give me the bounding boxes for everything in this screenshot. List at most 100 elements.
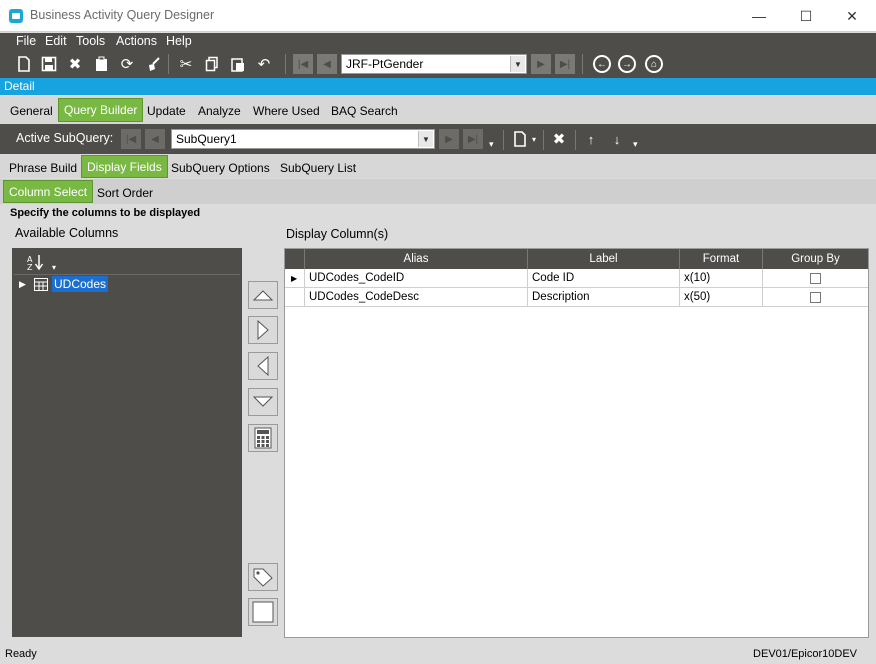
menu-edit[interactable]: Edit <box>45 34 67 48</box>
first-record-icon[interactable]: |◀ <box>293 54 313 74</box>
toolbar-separator <box>582 54 583 74</box>
subquery-nav-dropdown-icon[interactable]: ▾ <box>489 139 494 150</box>
back-circle-icon[interactable]: ← <box>593 55 611 73</box>
tab-update[interactable]: Update <box>142 100 191 122</box>
column-header-alias[interactable]: Alias <box>305 249 528 269</box>
previous-record-icon[interactable]: ◀ <box>317 54 337 74</box>
display-columns-title: Display Column(s) <box>286 227 389 241</box>
group-by-checkbox[interactable] <box>810 291 821 303</box>
expand-arrow-icon[interactable]: ▶ <box>19 279 26 290</box>
next-record-icon[interactable]: ▶ <box>531 54 551 74</box>
home-circle-icon[interactable]: ⌂ <box>645 55 663 73</box>
tab-general[interactable]: General <box>5 100 58 122</box>
sort-az-icon[interactable]: AZ <box>26 253 48 272</box>
column-header-label[interactable]: Label <box>528 249 680 269</box>
delete-icon[interactable]: ✖ <box>64 54 86 74</box>
tab-subquery-options[interactable]: SubQuery Options <box>166 157 275 178</box>
tab-query-builder[interactable]: Query Builder <box>58 98 144 122</box>
row-selector-current-icon[interactable]: ▶ <box>285 269 305 288</box>
detail-bar <box>0 78 876 95</box>
tab-where-used[interactable]: Where Used <box>248 100 325 122</box>
copy-icon[interactable] <box>201 54 223 74</box>
menu-help[interactable]: Help <box>166 34 192 48</box>
query-id-value: JRF-PtGender <box>346 57 424 71</box>
group-by-checkbox[interactable] <box>810 272 821 284</box>
new-icon[interactable] <box>13 54 35 74</box>
overflow-dropdown-icon[interactable]: ▾ <box>633 139 638 150</box>
forward-circle-icon[interactable]: → <box>618 55 636 73</box>
available-columns-tree[interactable] <box>12 248 242 637</box>
cell-format[interactable]: x(10) <box>680 269 763 288</box>
subquery-combo[interactable]: SubQuery1 ▼ <box>171 129 435 149</box>
minimize-button[interactable]: — <box>736 2 782 30</box>
calculator-icon[interactable] <box>248 424 278 452</box>
cell-label[interactable]: Description <box>528 288 680 307</box>
move-down-icon[interactable]: ↓ <box>606 129 628 149</box>
refresh-icon[interactable]: ⟳ <box>116 54 138 74</box>
app-icon <box>9 9 23 23</box>
status-left: Ready <box>5 648 37 660</box>
paste-icon[interactable] <box>227 54 249 74</box>
tab-column-select[interactable]: Column Select <box>3 180 94 203</box>
remove-column-button[interactable] <box>248 352 278 380</box>
grid-row-selector-header <box>285 249 305 269</box>
cell-group-by[interactable] <box>763 269 868 288</box>
tab-analyze[interactable]: Analyze <box>193 100 246 122</box>
cell-alias[interactable]: UDCodes_CodeID <box>305 269 528 288</box>
close-window-button[interactable]: ✕ <box>829 2 875 30</box>
clear-broom-icon[interactable] <box>143 54 165 74</box>
subquery-value: SubQuery1 <box>176 132 237 146</box>
sort-dropdown-icon[interactable]: ▾ <box>52 263 56 272</box>
move-top-button[interactable] <box>248 281 278 309</box>
chevron-down-icon[interactable]: ▼ <box>510 56 525 72</box>
toolbar-separator <box>543 130 544 150</box>
tab-phrase-build[interactable]: Phrase Build <box>4 157 82 178</box>
tab-baq-search[interactable]: BAQ Search <box>326 100 403 122</box>
cut-icon[interactable]: ✂ <box>175 54 197 74</box>
menu-file[interactable]: File <box>16 34 36 48</box>
toolbar-separator <box>575 130 576 150</box>
new-subquery-dropdown-icon[interactable]: ▾ <box>532 135 536 144</box>
new-subquery-icon[interactable] <box>509 129 531 149</box>
toolbar-separator <box>285 54 286 74</box>
subquery-previous-icon[interactable]: ◀ <box>145 129 165 149</box>
display-columns-grid[interactable]: Alias Label Format Group By ▶ UDCodes_Co… <box>284 248 869 638</box>
status-bar <box>0 645 876 664</box>
tab-sort-order[interactable]: Sort Order <box>92 183 158 203</box>
instructions-text: Specify the columns to be displayed <box>10 207 201 219</box>
tab-subquery-list[interactable]: SubQuery List <box>275 157 361 178</box>
row-selector[interactable] <box>285 288 305 307</box>
tab-display-fields[interactable]: Display Fields <box>81 155 168 178</box>
save-icon[interactable] <box>38 54 60 74</box>
tree-divider <box>14 274 240 275</box>
clipboard-attach-icon[interactable] <box>91 54 113 74</box>
undo-icon[interactable]: ↶ <box>253 54 275 74</box>
cell-format[interactable]: x(50) <box>680 288 763 307</box>
maximize-button[interactable]: ☐ <box>783 2 829 30</box>
status-right: DEV01/Epicor10DEV <box>753 648 857 660</box>
menu-tools[interactable]: Tools <box>76 34 105 48</box>
subquery-last-icon[interactable]: ▶| <box>463 129 483 149</box>
column-header-group-by[interactable]: Group By <box>763 249 868 269</box>
blank-square-icon[interactable] <box>248 598 278 626</box>
column-header-format[interactable]: Format <box>680 249 763 269</box>
cell-alias[interactable]: UDCodes_CodeDesc <box>305 288 528 307</box>
move-up-icon[interactable]: ↑ <box>580 129 602 149</box>
chevron-down-icon[interactable]: ▼ <box>418 131 433 147</box>
move-bottom-button[interactable] <box>248 388 278 416</box>
cell-label[interactable]: Code ID <box>528 269 680 288</box>
tag-icon[interactable] <box>248 563 278 591</box>
tree-item-udcodes[interactable]: UDCodes <box>52 276 109 292</box>
toolbar-separator <box>503 130 504 150</box>
table-icon <box>34 278 48 291</box>
last-record-icon[interactable]: ▶| <box>555 54 575 74</box>
cell-group-by[interactable] <box>763 288 868 307</box>
menu-actions[interactable]: Actions <box>116 34 157 48</box>
active-subquery-label: Active SubQuery: <box>16 131 114 145</box>
add-column-button[interactable] <box>248 316 278 344</box>
svg-text:Z: Z <box>27 263 33 271</box>
query-id-combo[interactable]: JRF-PtGender ▼ <box>341 54 527 74</box>
subquery-next-icon[interactable]: ▶ <box>439 129 459 149</box>
delete-subquery-icon[interactable]: ✖ <box>548 129 570 149</box>
subquery-first-icon[interactable]: |◀ <box>121 129 141 149</box>
